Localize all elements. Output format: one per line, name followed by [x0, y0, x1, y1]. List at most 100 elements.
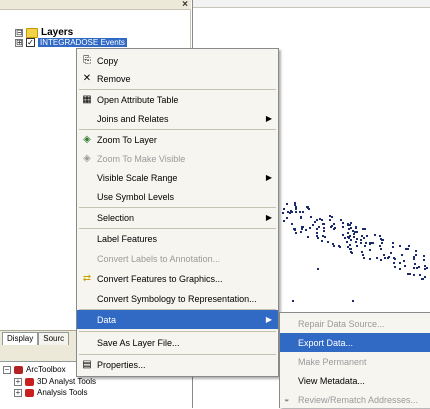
expand-icon[interactable]: ⊞: [15, 38, 23, 47]
menu-item-convert-symbology[interactable]: Convert Symbology to Representation...: [77, 289, 278, 308]
feature-point: [331, 225, 334, 228]
feature-point: [379, 248, 382, 251]
feature-point: [393, 266, 396, 269]
feature-point: [404, 248, 407, 250]
feature-point: [341, 225, 344, 228]
feature-point: [414, 263, 417, 266]
review-icon: ◒: [284, 394, 290, 404]
layers-label: Layers: [41, 27, 74, 38]
menu-item-make-permanent: Make Permanent: [298, 357, 367, 367]
feature-point: [398, 267, 401, 270]
toolbox-item[interactable]: + Analysis Tools: [14, 388, 88, 397]
toolbox-icon: [25, 377, 34, 386]
feature-point: [366, 234, 369, 237]
menu-item-convert-features-to-graphics[interactable]: ⇄ Convert Features to Graphics...: [77, 269, 278, 288]
expand-icon[interactable]: +: [14, 388, 22, 397]
menu-item-data[interactable]: Data ▶: [77, 310, 278, 329]
feature-point: [317, 236, 320, 239]
toc-titlebar: ×: [0, 0, 191, 10]
submenu-arrow-icon: ▶: [265, 114, 272, 123]
feature-point: [400, 253, 403, 256]
menu-item-zoom-to-layer[interactable]: ◈ Zoom To Layer: [77, 130, 278, 149]
feature-point: [318, 217, 321, 220]
collapse-icon[interactable]: −: [3, 365, 11, 374]
submenu-arrow-icon: ▶: [265, 315, 272, 324]
arctoolbox-root[interactable]: − ArcToolbox: [3, 365, 66, 374]
feature-point: [301, 225, 304, 228]
feature-point: [372, 242, 375, 245]
feature-point: [423, 255, 426, 258]
feature-point: [347, 232, 350, 235]
feature-point: [316, 232, 319, 234]
menu-item-joins-and-relates[interactable]: Joins and Relates ▶: [77, 109, 278, 128]
feature-point: [353, 232, 356, 235]
feature-point: [341, 234, 344, 237]
close-icon[interactable]: ×: [182, 0, 188, 10]
feature-point: [424, 265, 426, 268]
feature-point: [311, 223, 314, 226]
feature-point: [348, 243, 351, 246]
feature-point: [327, 241, 330, 244]
feature-point: [413, 258, 416, 261]
submenu-arrow-icon: ▶: [265, 213, 272, 222]
menu-item-remove[interactable]: ✕ Remove: [77, 69, 278, 88]
feature-point: [350, 227, 353, 230]
feature-point: [354, 240, 357, 243]
tab-source[interactable]: Sourc: [38, 332, 70, 345]
layer-row[interactable]: ⊞ ✓ INTEGRADOSE Events: [15, 38, 127, 47]
expand-icon[interactable]: +: [14, 377, 22, 386]
layer-name[interactable]: INTEGRADOSE Events: [38, 38, 127, 47]
feature-point: [302, 211, 305, 214]
feature-point: [339, 219, 342, 222]
feature-point: [286, 216, 289, 219]
feature-point: [424, 268, 427, 271]
menu-item-export-data[interactable]: Export Data...: [280, 333, 430, 352]
submenu-arrow-icon: ▶: [265, 173, 272, 182]
feature-point: [415, 249, 418, 252]
feature-point: [337, 245, 340, 248]
feature-point: [412, 267, 415, 270]
collapse-icon[interactable]: ⊟: [15, 28, 23, 37]
feature-point: [300, 215, 303, 218]
feature-point: [360, 241, 363, 244]
feature-point: [304, 228, 307, 231]
feature-point: [344, 236, 347, 239]
layer-context-menu: ⎘ Copy ✕ Remove ▦ Open Attribute Table J…: [76, 48, 279, 377]
feature-point: [368, 249, 371, 252]
menu-item-use-symbol-levels[interactable]: Use Symbol Levels: [77, 187, 278, 206]
menu-item-properties[interactable]: ▤ Properties...: [77, 355, 278, 374]
menu-item-visible-scale-range[interactable]: Visible Scale Range ▶: [77, 168, 278, 187]
feature-point: [309, 226, 312, 229]
feature-point: [306, 206, 309, 209]
feature-point: [360, 238, 363, 241]
convert-icon: ⇄: [82, 273, 92, 284]
feature-point: [293, 227, 296, 230]
feature-point: [299, 230, 302, 233]
feature-point: [373, 234, 376, 237]
feature-point: [362, 256, 365, 259]
feature-point: [299, 210, 302, 213]
menu-item-selection[interactable]: Selection ▶: [77, 208, 278, 227]
feature-point: [323, 227, 326, 230]
toolbox-item[interactable]: + 3D Analyst Tools: [14, 377, 96, 386]
menu-item-open-attribute-table[interactable]: ▦ Open Attribute Table: [77, 90, 278, 109]
menu-item-zoom-to-make-visible: ◈ Zoom To Make Visible: [77, 149, 278, 168]
feature-point: [333, 245, 336, 248]
menu-item-review-rematch-addresses: ◒ Review/Rematch Addresses...: [284, 394, 419, 405]
feature-point: [409, 273, 412, 276]
feature-point: [322, 229, 325, 232]
tab-display[interactable]: Display: [2, 332, 39, 345]
feature-point: [316, 234, 318, 237]
menu-item-view-metadata[interactable]: View Metadata...: [280, 371, 430, 390]
menu-item-save-as-layer-file[interactable]: Save As Layer File...: [77, 333, 278, 352]
feature-point: [349, 238, 352, 241]
menu-item-label-features[interactable]: Label Features: [77, 229, 278, 248]
feature-point: [406, 273, 409, 276]
layer-visibility-checkbox[interactable]: ✓: [26, 38, 35, 47]
feature-point: [307, 235, 310, 238]
menu-item-copy[interactable]: ⎘ Copy: [77, 51, 278, 70]
layers-node[interactable]: ⊟ Layers: [15, 27, 73, 38]
feature-point: [376, 256, 378, 259]
feature-point: [422, 278, 424, 280]
feature-point: [321, 240, 324, 243]
